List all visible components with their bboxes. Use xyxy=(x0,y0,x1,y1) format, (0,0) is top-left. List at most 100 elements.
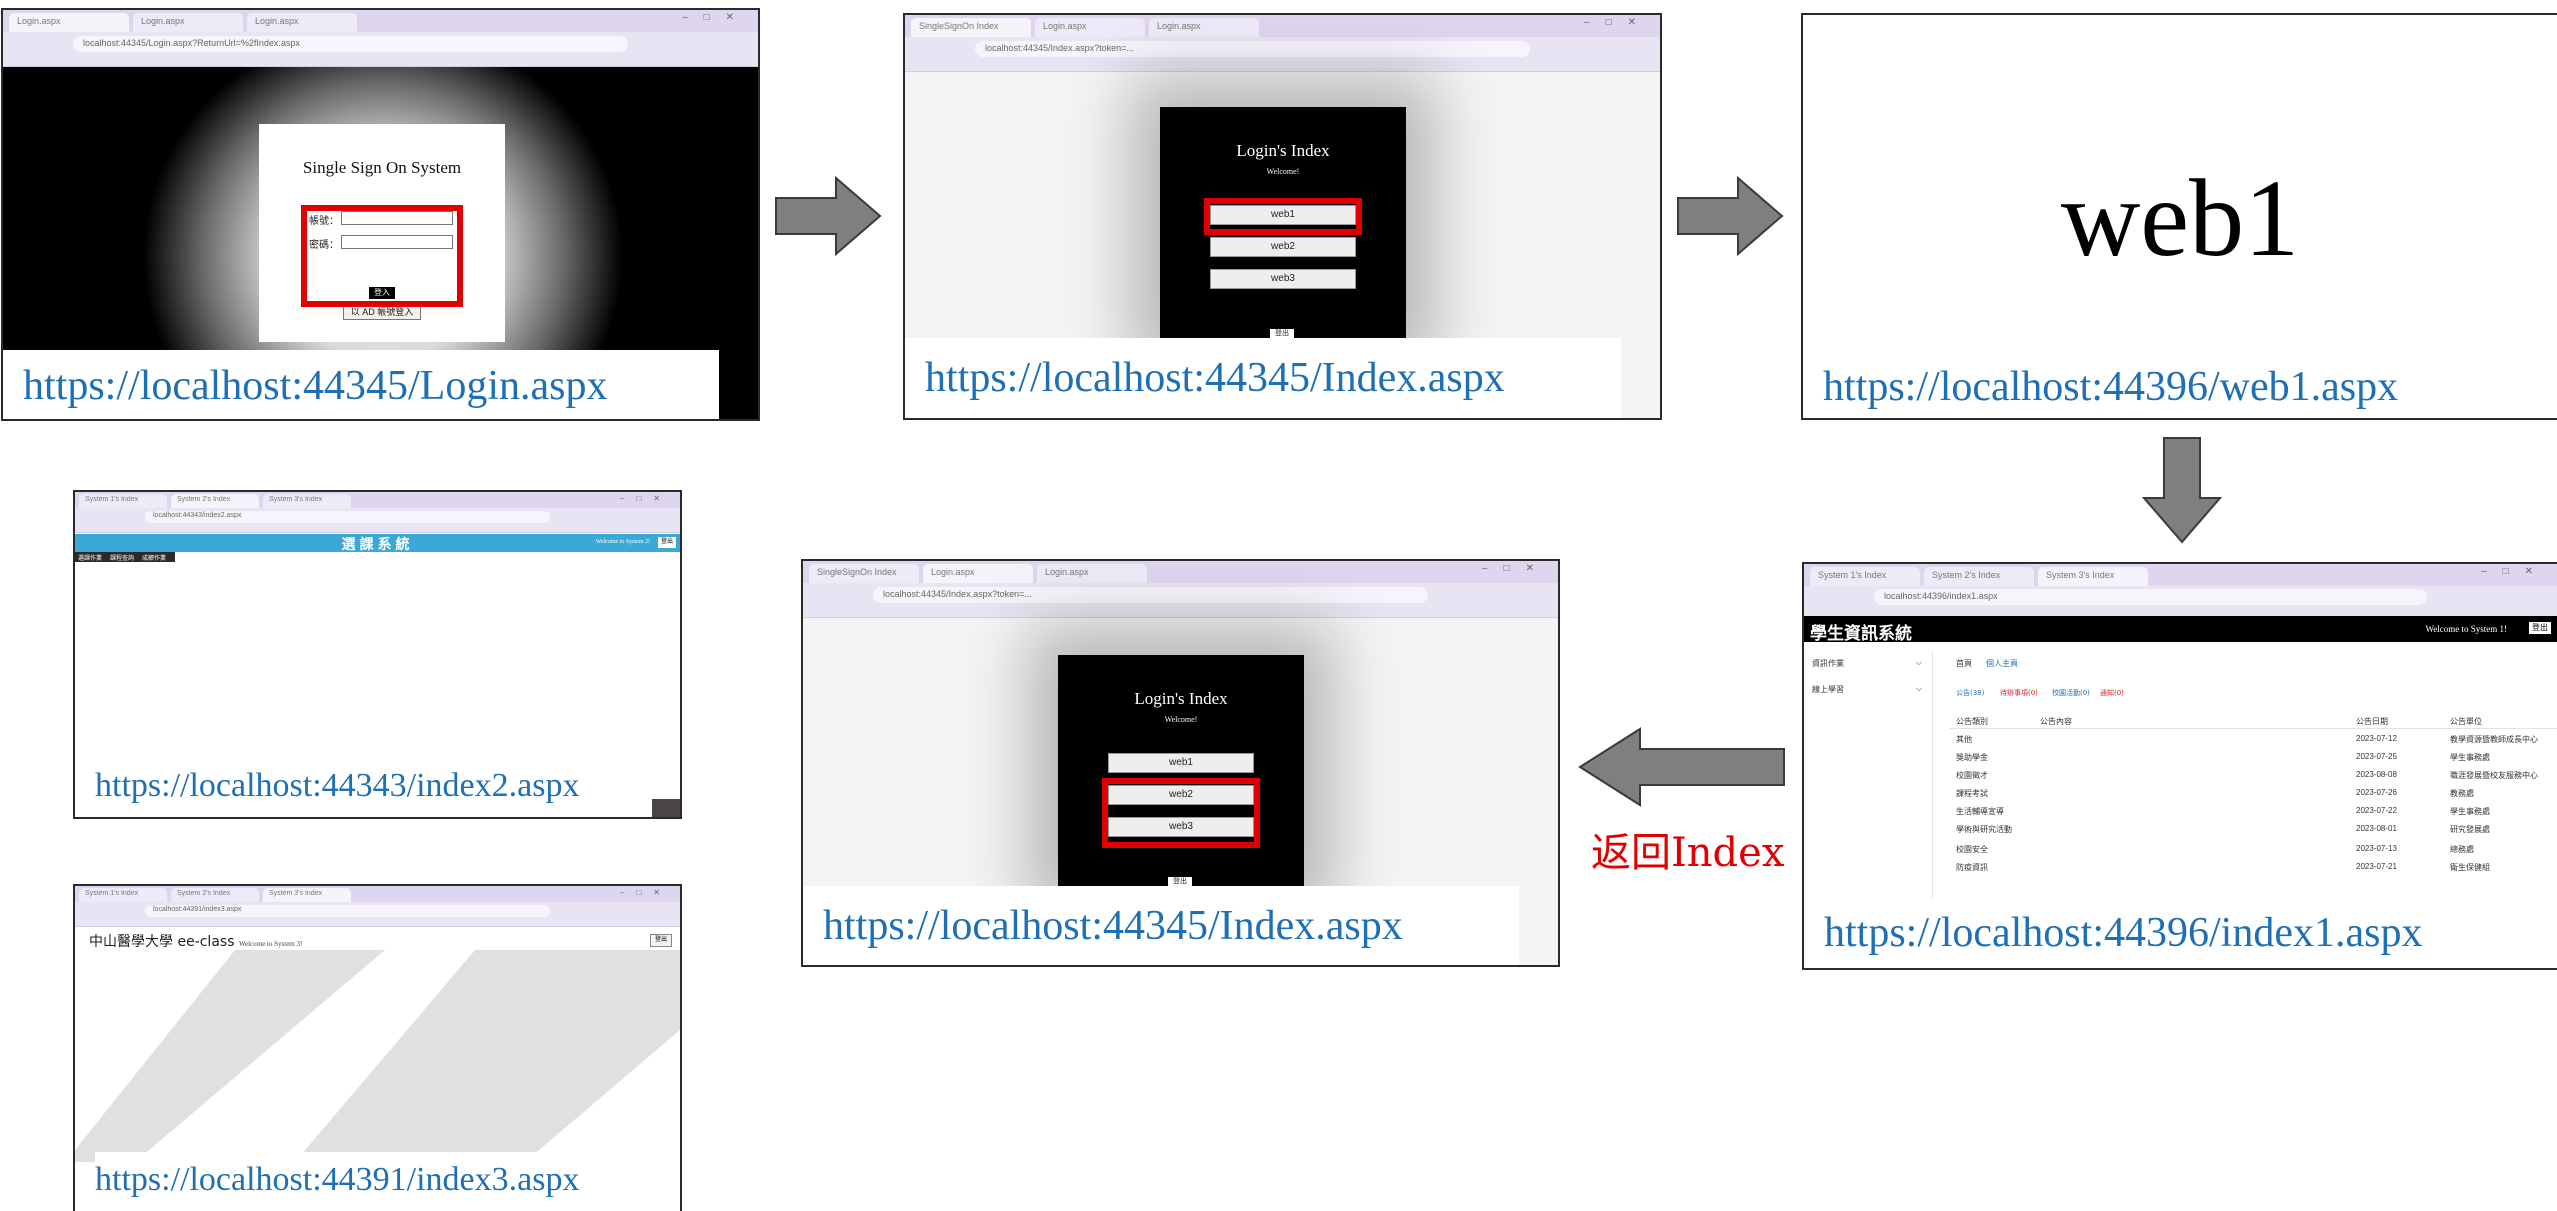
browser-tab[interactable]: System 3's Index xyxy=(263,494,351,508)
welcome-text: Welcome to System 1! xyxy=(2425,624,2507,634)
table-header: 公告內容 xyxy=(2040,717,2072,726)
url-caption: https://localhost:44396/web1.aspx xyxy=(1823,357,2399,417)
table-cell: 學生事務處 xyxy=(2450,807,2490,816)
browser-tab[interactable]: System 2's Index xyxy=(1924,567,2034,586)
table-cell: 學生事務處 xyxy=(2450,753,2490,762)
browser-tab[interactable]: SingleSignOn Index xyxy=(809,564,919,583)
arrow-right-icon xyxy=(1677,176,1784,256)
tab-strip: System 1's Index System 2's Index System… xyxy=(75,492,680,508)
browser-tab[interactable]: Login.aspx xyxy=(923,564,1033,583)
web3-button[interactable]: web3 xyxy=(1210,269,1356,289)
table-row[interactable]: 獎助學金 2023-07-25 學生事務處 xyxy=(1950,748,2557,766)
sidebar-item[interactable]: 線上學習 ⌵ xyxy=(1812,684,1922,695)
browser-chrome: SingleSignOn Index Login.aspx Login.aspx… xyxy=(905,15,1660,72)
login-panel: Login.aspx Login.aspx Login.aspx –□✕ loc… xyxy=(1,8,760,421)
browser-tab[interactable]: Login.aspx xyxy=(1035,18,1145,37)
web2-button[interactable]: web2 xyxy=(1210,237,1356,257)
app-title: 中山醫學大學 ee-class Welcome to System 3! xyxy=(89,931,302,951)
table-header: 公告單位 xyxy=(2450,717,2482,726)
browser-tab[interactable]: System 3's Index xyxy=(263,888,351,902)
back-to-index-label: 返回Index xyxy=(1591,830,1785,876)
menu-item[interactable]: 課程查詢 xyxy=(110,553,134,562)
nav-personal[interactable]: 個人主頁 xyxy=(1986,658,2018,669)
logout-button[interactable]: 登出 xyxy=(658,537,676,548)
tab-strip: System 1's Index System 2's Index System… xyxy=(1804,564,2557,586)
address-bar[interactable]: localhost:44343/index2.aspx xyxy=(145,511,550,523)
logout-button[interactable]: 登出 xyxy=(2529,622,2551,634)
table-cell: 課程考試 xyxy=(1956,789,1988,798)
corner-widget xyxy=(652,799,680,817)
browser-tab[interactable]: System 1's Index xyxy=(79,494,167,508)
arrow-left-icon xyxy=(1578,727,1785,807)
table-cell: 生活輔導宣導 xyxy=(1956,807,2004,816)
browser-chrome: Login.aspx Login.aspx Login.aspx –□✕ loc… xyxy=(3,10,758,67)
url-caption: https://localhost:44345/Index.aspx xyxy=(905,338,1621,418)
tab-events[interactable]: 校園活動(0) xyxy=(2052,688,2090,698)
ad-login-button[interactable]: 以 AD 帳號登入 xyxy=(343,305,421,320)
address-bar[interactable]: localhost:44391/index3.aspx xyxy=(145,905,550,917)
browser-tab[interactable]: System 1's Index xyxy=(1810,567,1920,586)
sidebar-item[interactable]: 資訊作業 ⌵ xyxy=(1812,658,1922,669)
table-cell: 教學資源暨教師成長中心 xyxy=(2450,735,2538,744)
web1-button[interactable]: web1 xyxy=(1108,753,1254,773)
table-row[interactable]: 生活輔導宣導 2023-07-22 學生事務處 xyxy=(1950,802,2557,820)
window-controls[interactable]: –□✕ xyxy=(682,12,750,23)
chevron-down-icon: ⌵ xyxy=(1915,658,1922,667)
browser-chrome: SingleSignOn Index Login.aspx Login.aspx… xyxy=(803,561,1558,618)
tab-todo[interactable]: 待辦事項(0) xyxy=(2000,688,2038,698)
table-divider xyxy=(1950,728,2557,729)
table-cell: 其他 xyxy=(1956,735,1972,744)
table-cell: 2023-07-12 xyxy=(2356,734,2397,743)
tab-strip: SingleSignOn Index Login.aspx Login.aspx… xyxy=(905,15,1660,37)
table-row[interactable]: 其他 2023-07-12 教學資源暨教師成長中心 xyxy=(1950,730,2557,748)
browser-chrome: System 1's Index System 2's Index System… xyxy=(75,492,680,533)
browser-tab[interactable]: System 2's Index xyxy=(171,494,259,508)
address-bar[interactable]: localhost:44345/Index.aspx?token=... xyxy=(873,587,1428,603)
table-cell: 總務處 xyxy=(2450,845,2474,854)
index-panel-top: SingleSignOn Index Login.aspx Login.aspx… xyxy=(903,13,1662,420)
index-title: Login's Index xyxy=(1134,689,1228,708)
window-controls[interactable]: –□✕ xyxy=(620,888,672,897)
announcement-table: 公告類別 公告內容 公告日期 公告單位 其他 2023-07-12 教學資源暨教… xyxy=(1950,712,2557,842)
table-header: 公告類別 xyxy=(1956,717,1988,726)
table-row[interactable]: 校園徵才 2023-08-08 職涯發展暨校友服務中心 xyxy=(1950,766,2557,784)
table-row[interactable]: 學術與研究活動 2023-08-01 研究發展處 xyxy=(1950,820,2557,838)
browser-tab[interactable]: Login.aspx xyxy=(9,13,129,32)
logout-button[interactable]: 登出 xyxy=(650,934,672,947)
url-caption: https://localhost:44396/index1.aspx xyxy=(1824,898,2423,968)
browser-tab[interactable]: Login.aspx xyxy=(247,13,357,32)
tab-announcements[interactable]: 公告(38) xyxy=(1956,688,1984,698)
window-controls[interactable]: –□✕ xyxy=(2481,566,2549,577)
window-controls[interactable]: –□✕ xyxy=(1482,563,1550,574)
tab-strip: Login.aspx Login.aspx Login.aspx –□✕ xyxy=(3,10,758,32)
address-bar[interactable]: localhost:44345/Login.aspx?ReturnUrl=%2f… xyxy=(73,36,628,52)
table-cell: 2023-07-13 xyxy=(2356,844,2397,853)
browser-tab[interactable]: System 2's Index xyxy=(171,888,259,902)
browser-tab[interactable]: System 3's Index xyxy=(2038,567,2148,586)
address-bar[interactable]: localhost:44345/Index.aspx?token=... xyxy=(975,41,1530,57)
index-subtitle: Welcome! xyxy=(1164,715,1198,724)
browser-tab[interactable]: SingleSignOn Index xyxy=(911,18,1031,37)
table-row[interactable]: 課程考試 2023-07-26 教務處 xyxy=(1950,784,2557,802)
window-controls[interactable]: –□✕ xyxy=(1584,17,1652,28)
address-bar[interactable]: localhost:44396/index1.aspx xyxy=(1874,589,2427,605)
table-cell: 2023-07-21 xyxy=(2356,862,2397,871)
window-controls[interactable]: –□✕ xyxy=(620,494,672,503)
url-caption: https://localhost:44343/index2.aspx xyxy=(95,758,580,814)
table-row[interactable]: 防疫資訊 2023-07-21 衛生保健組 xyxy=(1950,858,2557,876)
arrow-down-icon xyxy=(2142,437,2222,544)
menu-item[interactable]: 選課作業 xyxy=(78,553,102,562)
nav-home[interactable]: 首頁 xyxy=(1956,658,1972,669)
index2-panel: System 1's Index System 2's Index System… xyxy=(73,490,682,819)
tab-notices[interactable]: 通知(0) xyxy=(2100,688,2124,698)
browser-tab[interactable]: Login.aspx xyxy=(1149,18,1259,37)
table-row[interactable]: 校園安全 2023-07-13 總務處 xyxy=(1950,840,2557,858)
url-caption: https://localhost:44391/index3.aspx xyxy=(95,1152,580,1208)
menu-item[interactable]: 成績作業 xyxy=(142,553,166,562)
table-cell: 2023-07-26 xyxy=(2356,788,2397,797)
browser-tab[interactable]: Login.aspx xyxy=(133,13,243,32)
browser-tab[interactable]: Login.aspx xyxy=(1037,564,1147,583)
table-cell: 職涯發展暨校友服務中心 xyxy=(2450,771,2538,780)
chevron-down-icon: ⌵ xyxy=(1915,684,1922,693)
browser-tab[interactable]: System 1's Index xyxy=(79,888,167,902)
